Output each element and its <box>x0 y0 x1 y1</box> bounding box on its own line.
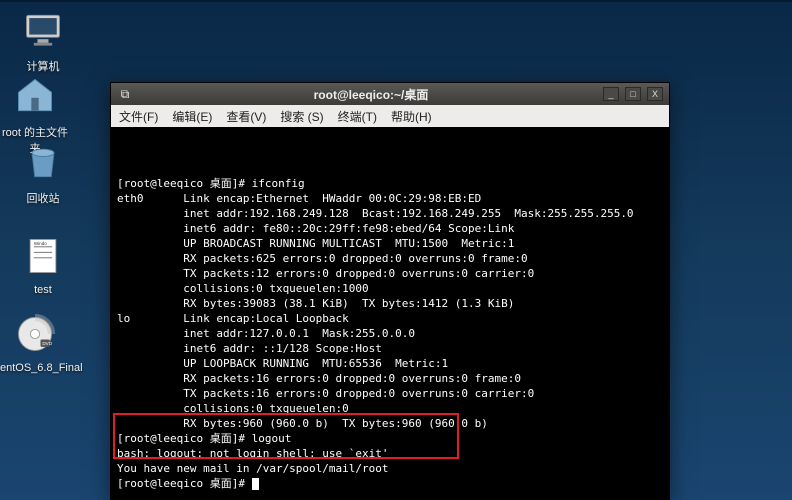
computer-glyph-icon <box>19 6 67 54</box>
terminal-line: inet6 addr: fe80::20c:29ff:fe98:ebed/64 … <box>117 221 663 236</box>
terminal-line: RX packets:16 errors:0 dropped:0 overrun… <box>117 371 663 386</box>
terminal-line: [root@leeqico 桌面]# logout <box>117 431 663 446</box>
terminal-line: collisions:0 txqueuelen:1000 <box>117 281 663 296</box>
terminal-line: RX bytes:960 (960.0 b) TX bytes:960 (960… <box>117 416 663 431</box>
menu-terminal[interactable]: 终端(T) <box>338 108 377 125</box>
svg-text:DVD: DVD <box>42 341 52 346</box>
close-button[interactable]: X <box>647 87 663 101</box>
menu-edit[interactable]: 编辑(E) <box>172 108 212 125</box>
svg-text:Windo: Windo <box>34 241 47 246</box>
menu-view[interactable]: 查看(V) <box>226 108 266 125</box>
terminal-line: collisions:0 txqueuelen:0 <box>117 401 663 416</box>
terminal-line: TX packets:12 errors:0 dropped:0 overrun… <box>117 266 663 281</box>
textfile-glyph-icon: Windo <box>19 232 67 280</box>
terminal-line: You have new mail in /var/spool/mail/roo… <box>117 461 663 476</box>
terminal-line: inet addr:192.168.249.128 Bcast:192.168.… <box>117 206 663 221</box>
terminal-line: TX packets:16 errors:0 dropped:0 overrun… <box>117 386 663 401</box>
terminal-line: inet addr:127.0.0.1 Mask:255.0.0.0 <box>117 326 663 341</box>
window-title: root@leeqico:~/桌面 <box>139 86 603 103</box>
terminal-line: [root@leeqico 桌面]# <box>117 476 663 491</box>
maximize-button[interactable]: □ <box>625 87 641 101</box>
test-file-icon[interactable]: Windo test <box>8 232 78 296</box>
window-menu-icon[interactable]: ⧉ <box>111 87 139 102</box>
trash-glyph-icon <box>19 138 67 186</box>
home-glyph-icon <box>11 72 59 120</box>
terminal-line: RX packets:625 errors:0 dropped:0 overru… <box>117 251 663 266</box>
terminal-line: inet6 addr: ::1/128 Scope:Host <box>117 341 663 356</box>
menubar: 文件(F) 编辑(E) 查看(V) 搜索 (S) 终端(T) 帮助(H) <box>111 105 669 127</box>
minimize-button[interactable]: _ <box>603 87 619 101</box>
top-panel <box>0 0 792 2</box>
iso-disc-icon[interactable]: DVD entOS_6.8_Final <box>0 310 70 374</box>
computer-icon[interactable]: 计算机 <box>8 6 78 74</box>
menu-help[interactable]: 帮助(H) <box>391 108 432 125</box>
trash-icon[interactable]: 回收站 <box>8 138 78 206</box>
desktop-icon-label: 回收站 <box>8 190 78 206</box>
terminal-line: lo Link encap:Local Loopback <box>117 311 663 326</box>
terminal-line: UP BROADCAST RUNNING MULTICAST MTU:1500 … <box>117 236 663 251</box>
terminal-line: bash: logout: not login shell: use `exit… <box>117 446 663 461</box>
terminal-line: [root@leeqico 桌面]# ifconfig <box>117 176 663 191</box>
desktop-icon-label: entOS_6.8_Final <box>0 362 70 374</box>
menu-file[interactable]: 文件(F) <box>119 108 158 125</box>
disc-glyph-icon: DVD <box>11 310 59 358</box>
terminal-cursor <box>252 478 259 490</box>
menu-search[interactable]: 搜索 (S) <box>280 108 323 125</box>
terminal-line: eth0 Link encap:Ethernet HWaddr 00:0C:29… <box>117 191 663 206</box>
titlebar[interactable]: ⧉ root@leeqico:~/桌面 _ □ X <box>111 83 669 105</box>
terminal-body[interactable]: [root@leeqico 桌面]# ifconfigeth0 Link enc… <box>111 127 669 499</box>
terminal-line: UP LOOPBACK RUNNING MTU:65536 Metric:1 <box>117 356 663 371</box>
terminal-line: RX bytes:39083 (38.1 KiB) TX bytes:1412 … <box>117 296 663 311</box>
desktop-icon-label: test <box>8 284 78 296</box>
terminal-window: ⧉ root@leeqico:~/桌面 _ □ X 文件(F) 编辑(E) 查看… <box>110 82 670 500</box>
